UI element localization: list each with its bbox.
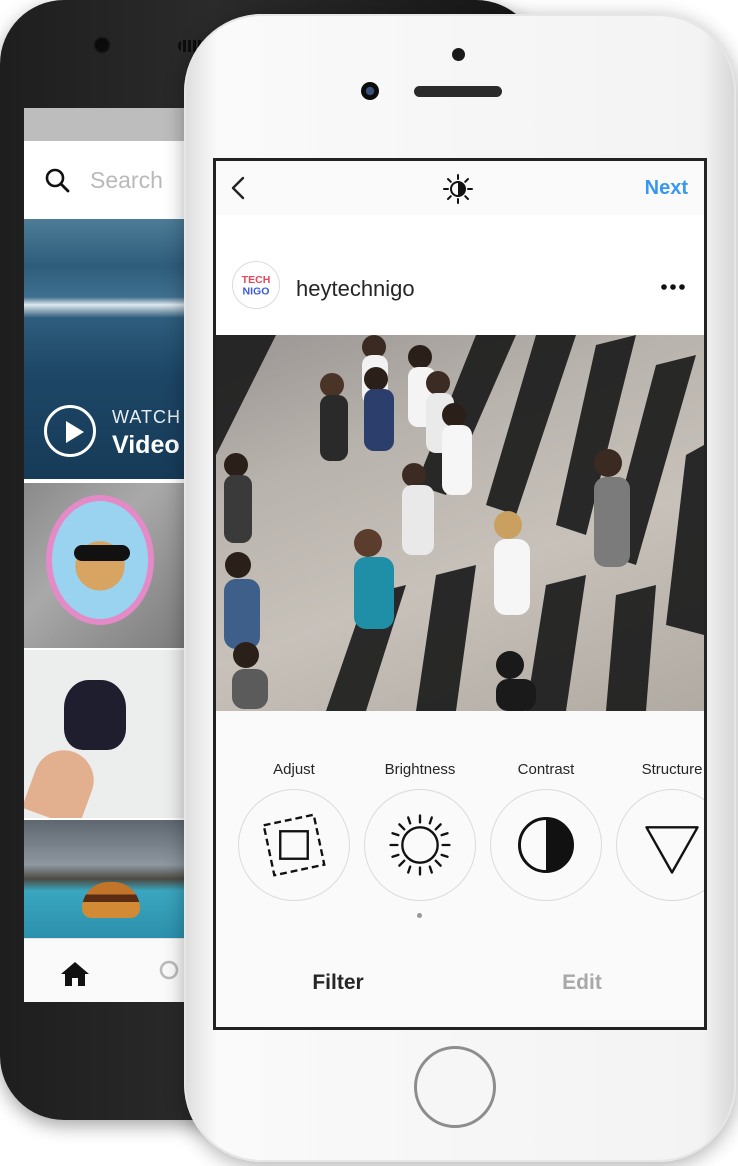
post-header: TECH NIGO heytechnigo xyxy=(216,215,704,335)
next-button[interactable]: Next xyxy=(645,177,688,200)
lux-icon[interactable] xyxy=(442,173,474,205)
tool-brightness-button[interactable] xyxy=(364,789,476,901)
search-icon xyxy=(45,168,70,193)
more-options-icon[interactable] xyxy=(660,283,686,291)
contrast-icon xyxy=(518,817,574,873)
top-bar: Next xyxy=(216,161,704,215)
structure-icon xyxy=(645,826,699,874)
earpiece-speaker xyxy=(414,86,502,97)
group-photo-image xyxy=(216,335,704,711)
front-camera xyxy=(93,36,111,54)
home-button[interactable] xyxy=(414,1046,496,1128)
avatar[interactable]: TECH NIGO xyxy=(232,261,280,309)
svg-text:NIGO: NIGO xyxy=(243,286,270,298)
edit-screen: Next TECH NIGO heytechnigo Adjust Bright… xyxy=(213,158,707,1030)
search-icon[interactable] xyxy=(158,959,184,985)
proximity-sensor xyxy=(452,48,465,61)
bottom-tabs: Filter Edit xyxy=(216,949,704,1027)
tab-edit[interactable]: Edit xyxy=(460,971,704,995)
tool-adjust-button[interactable] xyxy=(238,789,350,901)
dog-photo-tile[interactable] xyxy=(24,650,184,818)
technigo-logo: TECH NIGO xyxy=(242,274,271,298)
tool-structure-button[interactable] xyxy=(616,789,704,901)
tool-label-structure: Structure xyxy=(641,761,703,778)
svg-text:TECH: TECH xyxy=(242,274,271,286)
brightness-icon xyxy=(389,814,451,876)
bottom-nav xyxy=(24,938,184,1002)
arm-image xyxy=(24,741,103,818)
explore-screen: Search WATCH Video xyxy=(24,108,184,1002)
username[interactable]: heytechnigo xyxy=(296,276,415,302)
sunglasses-image xyxy=(74,545,130,561)
dog-image xyxy=(64,680,126,750)
adjust-icon xyxy=(262,813,326,877)
home-icon[interactable] xyxy=(60,961,90,987)
burger-photo-tile[interactable] xyxy=(24,820,184,938)
tool-label-contrast: Contrast xyxy=(517,761,575,778)
front-camera xyxy=(361,82,379,100)
video-title: Video xyxy=(112,431,180,459)
burger-image xyxy=(82,882,140,918)
tool-label-brightness: Brightness xyxy=(384,761,456,778)
search-bar[interactable]: Search xyxy=(24,141,184,219)
status-bar xyxy=(24,108,184,141)
selected-indicator-dot xyxy=(417,913,422,918)
cat-photo-tile[interactable] xyxy=(24,483,184,648)
play-icon[interactable] xyxy=(44,405,96,457)
post-photo xyxy=(216,335,704,711)
back-chevron-icon[interactable] xyxy=(229,175,247,201)
search-placeholder: Search xyxy=(90,166,163,193)
tab-filter[interactable]: Filter xyxy=(216,971,460,995)
tool-label-adjust: Adjust xyxy=(273,761,315,778)
front-phone: Next TECH NIGO heytechnigo Adjust Bright… xyxy=(184,14,736,1162)
video-tile[interactable]: WATCH Video xyxy=(24,219,184,479)
edit-tools-row: Adjust Brightness Contrast Structure xyxy=(216,711,704,949)
tool-contrast-button[interactable] xyxy=(490,789,602,901)
watch-label: WATCH xyxy=(112,407,181,427)
